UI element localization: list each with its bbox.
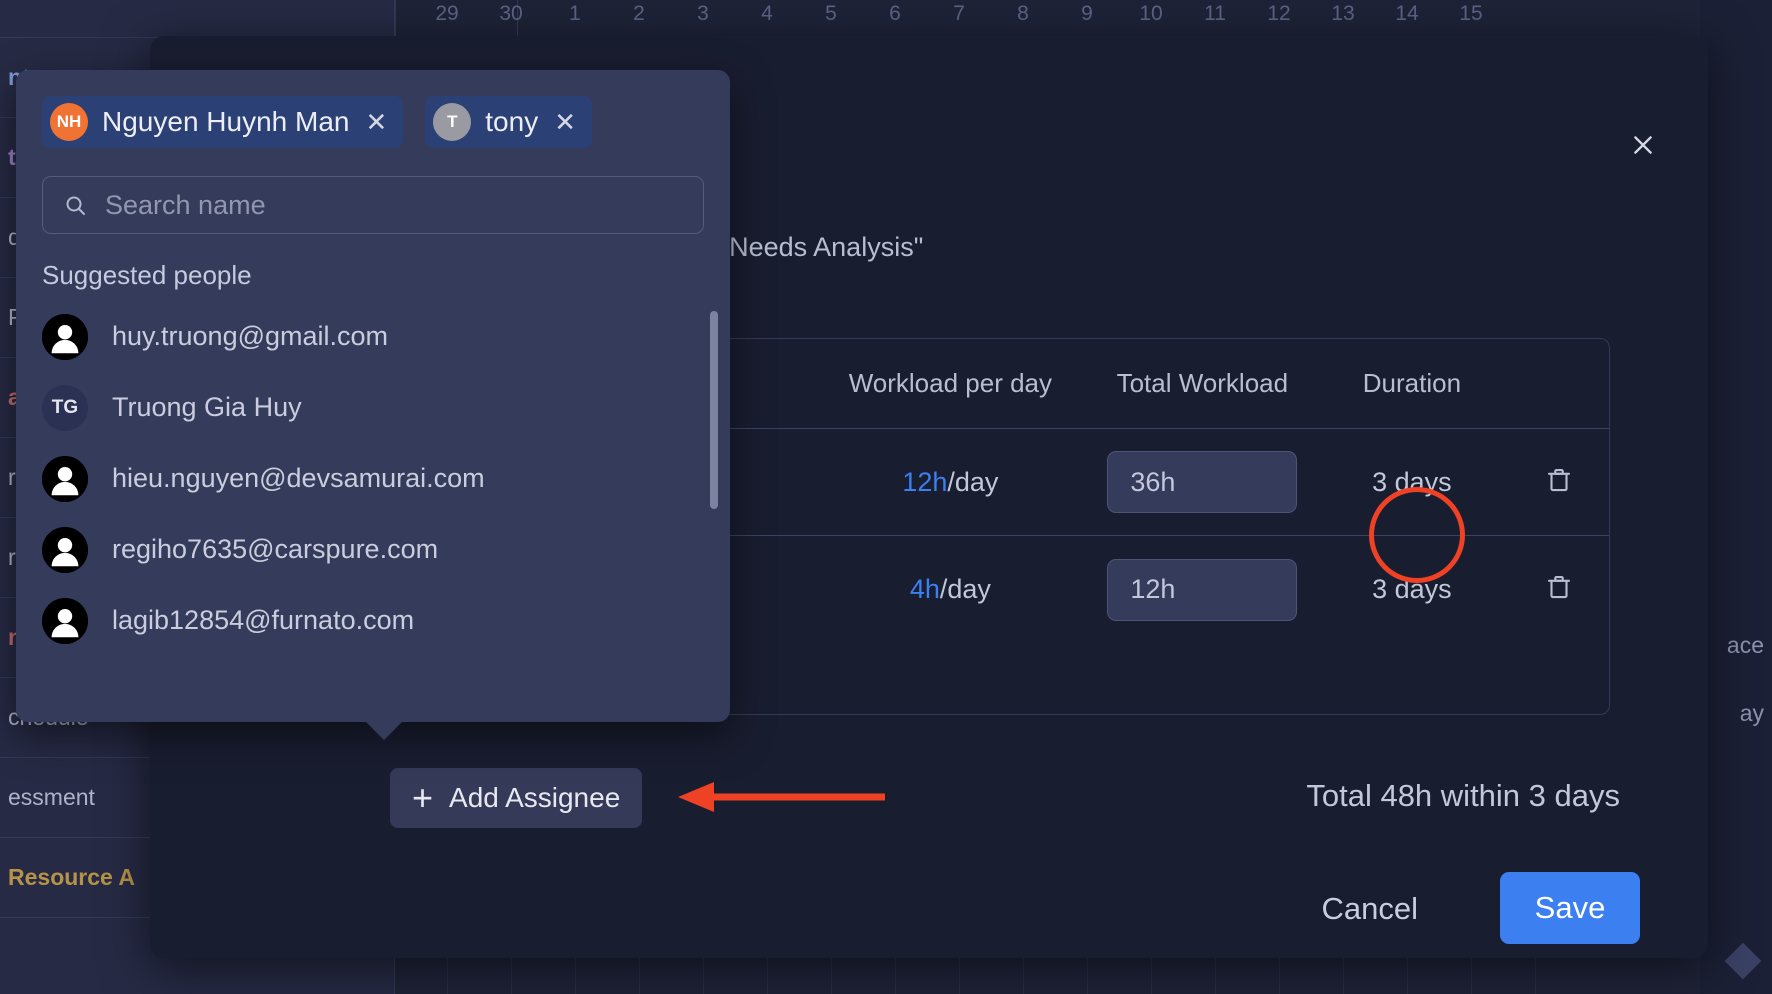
list-item-label: hieu.nguyen@devsamurai.com xyxy=(112,463,485,494)
timeline-tick: 11 xyxy=(1183,2,1247,26)
close-icon[interactable]: ✕ xyxy=(552,109,576,135)
timeline-tick: 4 xyxy=(735,2,799,26)
avatar: NH xyxy=(50,103,88,141)
screen: nt ts d Pr a ro rf n chedule essment Res… xyxy=(0,0,1772,994)
workload-per-day-value: 4h/day xyxy=(910,574,991,604)
avatar xyxy=(42,314,88,360)
assignee-chip-label: Nguyen Huynh Man xyxy=(102,106,349,138)
suggested-people-list: huy.truong@gmail.com TG Truong Gia Huy h… xyxy=(16,301,730,691)
trash-icon[interactable] xyxy=(1544,572,1574,602)
column-header-duration: Duration xyxy=(1315,368,1510,399)
list-scrollbar[interactable] xyxy=(710,311,718,509)
list-item-label: huy.truong@gmail.com xyxy=(112,321,388,352)
close-icon[interactable] xyxy=(1626,128,1660,162)
assignee-picker-popup: NH Nguyen Huynh Man ✕ T tony ✕ Suggested… xyxy=(16,70,730,722)
background-right-label: ay xyxy=(1740,700,1764,727)
cancel-button[interactable]: Cancel xyxy=(1322,891,1419,927)
selected-assignee-chips: NH Nguyen Huynh Man ✕ T tony ✕ xyxy=(16,70,730,148)
background-list-header xyxy=(0,0,394,38)
suggested-people-label: Suggested people xyxy=(42,260,730,291)
avatar: T xyxy=(433,103,471,141)
timeline-header: 29 30 1 2 3 4 5 6 7 8 9 10 11 12 13 14 1… xyxy=(395,0,1772,38)
annotation-arrow xyxy=(670,781,890,813)
trash-icon[interactable] xyxy=(1544,465,1574,495)
assignee-chip-label: tony xyxy=(485,106,538,138)
popup-caret xyxy=(364,720,404,740)
assignee-chip[interactable]: T tony ✕ xyxy=(425,96,592,148)
timeline-tick: 10 xyxy=(1119,2,1183,26)
list-item[interactable]: regiho7635@carspure.com xyxy=(42,514,704,585)
duration-value: 3 days xyxy=(1372,574,1452,604)
timeline-tick: 8 xyxy=(991,2,1055,26)
timeline-tick: 13 xyxy=(1311,2,1375,26)
timeline-tick: 9 xyxy=(1055,2,1119,26)
timeline-tick: 30 xyxy=(479,2,543,26)
column-header-workload-per-day: Workload per day xyxy=(811,368,1090,399)
list-item[interactable]: huy.truong@gmail.com xyxy=(42,301,704,372)
list-item-label: Truong Gia Huy xyxy=(112,392,302,423)
list-item-label: regiho7635@carspure.com xyxy=(112,534,438,565)
total-workload-input[interactable]: 12h xyxy=(1107,559,1297,621)
plus-icon: + xyxy=(412,780,433,816)
timeline-tick: 2 xyxy=(607,2,671,26)
search-icon xyxy=(63,193,87,217)
avatar xyxy=(42,456,88,502)
avatar: TG xyxy=(42,385,88,431)
avatar xyxy=(42,527,88,573)
column-header-total-workload: Total Workload xyxy=(1090,368,1315,399)
assignee-chip[interactable]: NH Nguyen Huynh Man ✕ xyxy=(42,96,403,148)
search-field[interactable] xyxy=(42,176,704,234)
timeline-tick: 12 xyxy=(1247,2,1311,26)
background-right-label: ace xyxy=(1727,632,1764,659)
workload-per-day-value: 12h/day xyxy=(902,467,998,497)
timeline-tick: 6 xyxy=(863,2,927,26)
timeline-tick: 14 xyxy=(1375,2,1439,26)
timeline-tick: 3 xyxy=(671,2,735,26)
list-item[interactable]: lagib12854@furnato.com xyxy=(42,585,704,656)
table-header-row: Workload per day Total Workload Duration xyxy=(656,339,1609,429)
add-assignee-label: Add Assignee xyxy=(449,782,620,814)
timeline-tick: 5 xyxy=(799,2,863,26)
timeline-tick: 7 xyxy=(927,2,991,26)
background-right-edge xyxy=(1700,0,1772,994)
close-icon[interactable]: ✕ xyxy=(363,109,387,135)
list-item[interactable]: hieu.nguyen@devsamurai.com xyxy=(42,443,704,514)
avatar xyxy=(42,598,88,644)
add-assignee-button[interactable]: + Add Assignee xyxy=(390,768,642,828)
timeline-tick: 29 xyxy=(415,2,479,26)
search-input[interactable] xyxy=(105,190,683,221)
list-item[interactable]: TG Truong Gia Huy xyxy=(42,372,704,443)
total-summary-label: Total 48h within 3 days xyxy=(1306,778,1620,814)
list-item-label: lagib12854@furnato.com xyxy=(112,605,414,636)
workload-table: Workload per day Total Workload Duration… xyxy=(655,338,1610,715)
duration-value: 3 days xyxy=(1372,467,1452,497)
timeline-tick: 1 xyxy=(543,2,607,26)
save-button[interactable]: Save xyxy=(1500,872,1640,944)
total-workload-input[interactable]: 36h xyxy=(1107,451,1297,513)
table-row: 12h/day 36h 3 days xyxy=(656,429,1609,536)
timeline-tick: 15 xyxy=(1439,2,1503,26)
table-row: 4h/day 12h 3 days xyxy=(656,536,1609,643)
